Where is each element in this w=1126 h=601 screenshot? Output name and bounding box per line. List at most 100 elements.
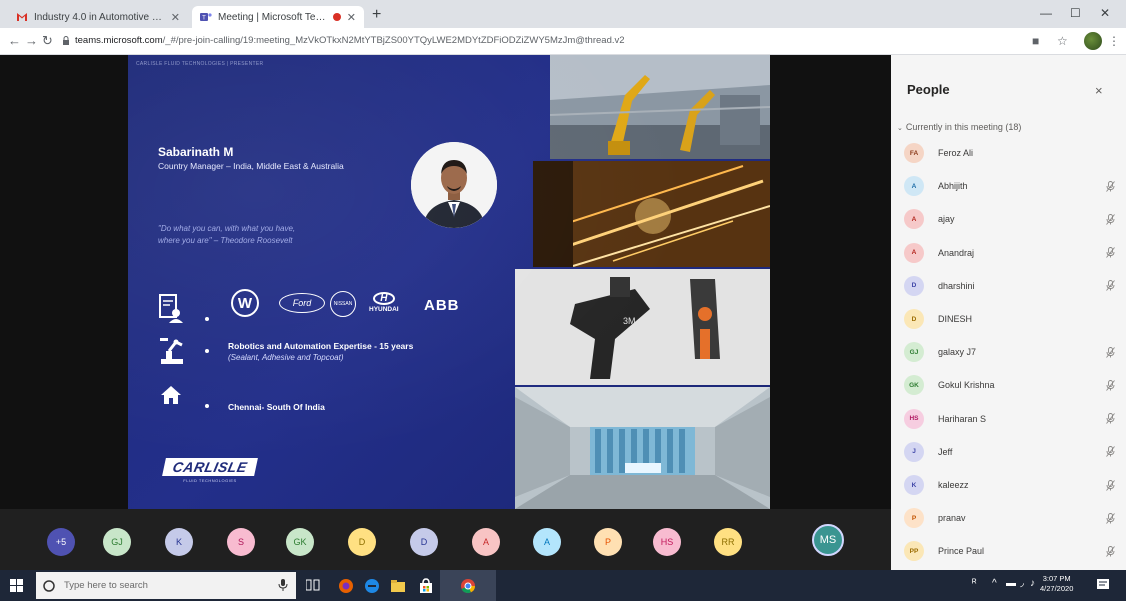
close-tab-icon[interactable]: ✕: [347, 11, 356, 24]
participant-strip: +5 GJ K S GK D D A A P HS RR MS: [0, 509, 891, 570]
people-panel-title: People: [907, 82, 950, 97]
battery-icon[interactable]: ▬: [1006, 578, 1016, 589]
speaker-portrait: [411, 142, 497, 228]
muted-mic-icon: [1104, 247, 1116, 258]
volume-icon[interactable]: ♪: [1030, 578, 1035, 589]
wifi-icon[interactable]: ◞: [1020, 578, 1024, 589]
notifications-icon[interactable]: [1096, 578, 1110, 592]
store-icon[interactable]: [418, 578, 434, 594]
recording-icon: [332, 13, 341, 21]
close-people-panel-button[interactable]: ×: [1095, 83, 1103, 98]
firefox-icon[interactable]: [338, 578, 354, 594]
bullet: [205, 317, 209, 321]
participant-row[interactable]: Ddharshini: [904, 275, 1116, 296]
participant-avatar[interactable]: GK: [286, 528, 314, 556]
logo-subtitle: FLUID TECHNOLOGIES: [183, 478, 237, 483]
participant-avatar: D: [904, 309, 924, 329]
address-bar[interactable]: teams.microsoft.com/_#/pre-join-calling/…: [62, 35, 625, 46]
svg-text:T: T: [202, 16, 206, 22]
participant-row[interactable]: D DINESH: [904, 309, 1116, 329]
participant-avatar[interactable]: +5: [47, 528, 75, 556]
close-window-icon[interactable]: ✕: [1100, 6, 1110, 20]
participant-avatar: K: [904, 475, 924, 495]
people-tray-icon[interactable]: ᴿ: [972, 578, 977, 589]
participant-avatar[interactable]: P: [594, 528, 622, 556]
participant-row[interactable]: Kkaleezz: [904, 475, 1116, 495]
participant-avatar[interactable]: A: [533, 528, 561, 556]
clock-time: 3:07 PM: [1042, 574, 1071, 583]
people-panel: People × ⌄ Currently in this meeting (18)…: [891, 55, 1126, 570]
hyundai-wordmark: HYUNDAI: [369, 306, 399, 313]
muted-mic-icon: [1104, 213, 1116, 225]
chrome-taskbar-button[interactable]: [440, 570, 496, 601]
participant-name: Anandraj: [938, 247, 975, 258]
participant-avatar[interactable]: D: [348, 528, 376, 556]
participant-name: kaleezz: [938, 480, 969, 490]
speaker-photo: [411, 142, 497, 228]
tab-gmail[interactable]: Industry 4.0 in Automotive Plan ✕: [8, 6, 188, 28]
participant-avatar[interactable]: K: [165, 528, 193, 556]
tab-teams-meeting[interactable]: T Meeting | Microsoft Teams ✕: [192, 6, 364, 28]
participant-avatar[interactable]: A: [472, 528, 500, 556]
maximize-icon[interactable]: ☐: [1070, 6, 1081, 20]
forward-icon[interactable]: →: [25, 33, 38, 48]
close-tab-icon[interactable]: ✕: [171, 11, 180, 24]
participant-name: ajay: [938, 214, 955, 225]
back-icon[interactable]: ←: [8, 33, 21, 48]
muted-mic-icon: [1104, 379, 1116, 391]
participant-row[interactable]: HS Hariharan S: [904, 408, 1116, 429]
file-explorer-icon[interactable]: [390, 578, 406, 594]
windows-start-icon[interactable]: [10, 579, 23, 592]
participant-row[interactable]: A Anandraj: [904, 242, 1116, 263]
menu-icon[interactable]: ⋮: [1108, 34, 1120, 48]
participant-name: pranav: [938, 513, 966, 524]
participant-row[interactable]: Aajay: [904, 209, 1116, 230]
location-text: Chennai- South Of India: [228, 402, 325, 412]
microphone-icon[interactable]: [278, 579, 288, 591]
reload-icon[interactable]: ↻: [42, 33, 53, 49]
task-view-icon[interactable]: [306, 578, 320, 592]
participant-avatar: A: [904, 242, 924, 263]
bookmark-star-icon[interactable]: ☆: [1057, 34, 1068, 48]
minimize-icon[interactable]: —: [1040, 6, 1052, 20]
participant-avatar: GK: [904, 375, 924, 396]
participant-row[interactable]: PP Prince Paul: [904, 541, 1116, 562]
in-meeting-section-header[interactable]: ⌄ Currently in this meeting (18): [897, 122, 1021, 132]
quote-line: "Do what you can, with what you have,: [158, 224, 296, 233]
participant-name: Jeff: [938, 446, 953, 457]
expertise-text: Robotics and Automation Expertise - 15 y…: [228, 341, 414, 351]
screen: Industry 4.0 in Automotive Plan ✕ T Meet…: [0, 0, 1126, 601]
new-tab-button[interactable]: +: [372, 6, 381, 24]
chevron-up-icon[interactable]: ^: [992, 578, 997, 589]
profile-avatar[interactable]: [1084, 32, 1102, 50]
participant-avatar[interactable]: D: [410, 528, 438, 556]
participant-name: galaxy J7: [938, 347, 977, 358]
participant-name: dharshini: [938, 280, 975, 291]
participant-avatar: A: [904, 176, 924, 197]
participant-avatar[interactable]: S: [227, 528, 255, 556]
participant-row[interactable]: Ppranav: [904, 508, 1116, 529]
ford-logo: Ford: [279, 293, 325, 313]
clock-date: 4/27/2020: [1040, 584, 1074, 593]
edge-icon[interactable]: [364, 578, 380, 594]
taskbar-clock[interactable]: 3:07 PM 4/27/2020: [1040, 574, 1073, 594]
self-avatar[interactable]: MS: [812, 524, 844, 556]
section-title: Currently in this meeting (18): [905, 122, 1022, 132]
taskbar-search[interactable]: Type here to search: [36, 572, 296, 599]
camera-icon[interactable]: ■: [1032, 34, 1039, 48]
participant-avatar[interactable]: HS: [653, 528, 681, 556]
participant-row[interactable]: A Abhijith: [904, 176, 1116, 197]
participant-row[interactable]: FA Feroz Ali: [904, 143, 1116, 163]
participant-row[interactable]: GK Gokul Krishna: [904, 375, 1116, 396]
robot-factory-photo: [550, 55, 770, 159]
quote-line: where you are" – Theodore Roosevelt: [158, 236, 293, 245]
participant-avatar[interactable]: GJ: [103, 528, 131, 556]
hyundai-mark: H: [372, 292, 395, 305]
participant-avatar[interactable]: RR: [714, 528, 742, 556]
participant-row[interactable]: GJ galaxy J7: [904, 342, 1116, 363]
participant-row[interactable]: J Jeff: [904, 441, 1116, 462]
abb-logo: ABB: [424, 297, 460, 314]
spray-gun-photo: 3M: [515, 269, 770, 385]
lock-icon: [63, 36, 69, 45]
shared-slide: CARLISLE FLUID TECHNOLOGIES | PRESENTER …: [128, 55, 770, 509]
